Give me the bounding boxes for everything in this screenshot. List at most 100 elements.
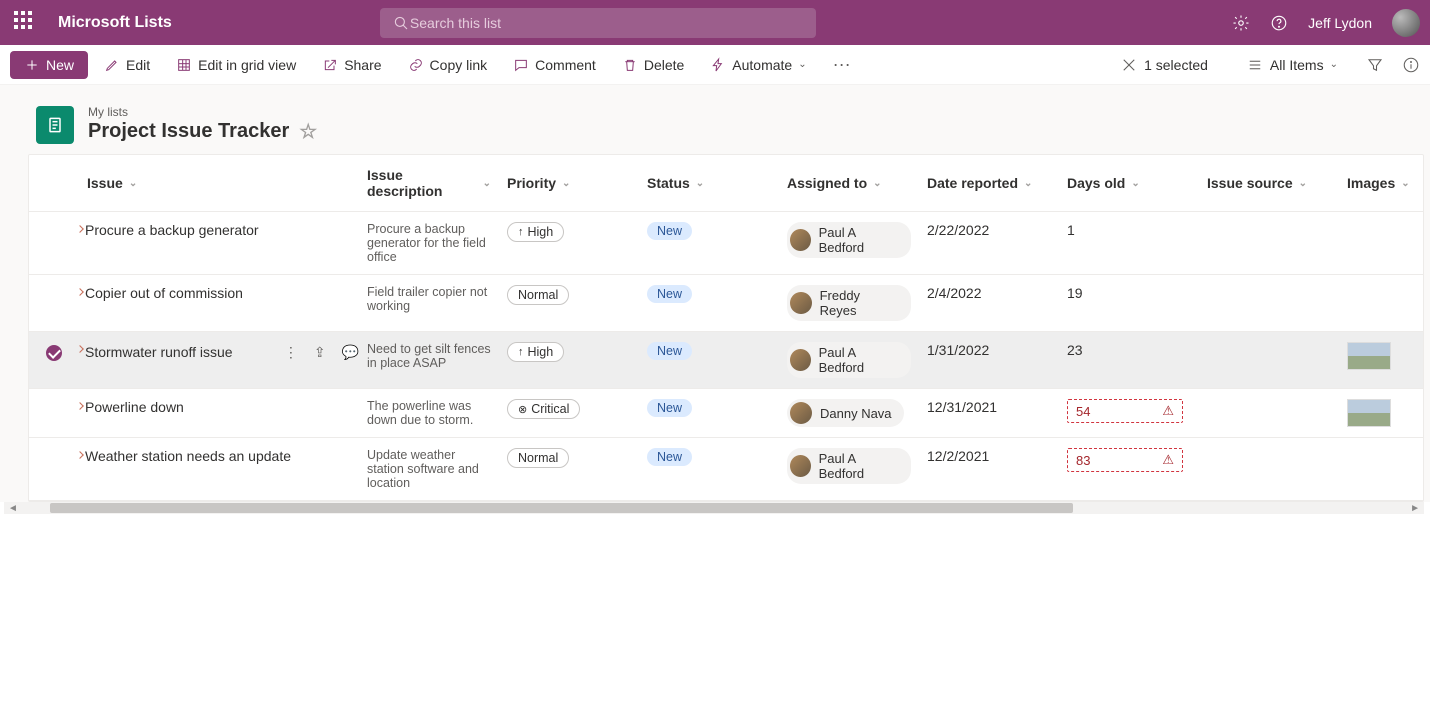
col-days[interactable]: Days old⌄ bbox=[1059, 175, 1199, 191]
assigned-person[interactable]: Paul A Bedford bbox=[787, 222, 911, 258]
priority-pill: ↑High bbox=[507, 342, 564, 362]
date-reported: 2/22/2022 bbox=[919, 222, 1059, 238]
issue-description: Field trailer copier not working bbox=[367, 285, 491, 313]
copy-link-button[interactable]: Copy link bbox=[398, 51, 498, 79]
date-reported: 1/31/2022 bbox=[919, 342, 1059, 358]
info-icon[interactable] bbox=[1402, 56, 1420, 74]
status-badge: New bbox=[647, 448, 692, 466]
comment-button[interactable]: Comment bbox=[503, 51, 606, 79]
table-row[interactable]: Procure a backup generator Procure a back… bbox=[29, 212, 1423, 275]
avatar bbox=[790, 292, 812, 314]
assigned-person[interactable]: Danny Nava bbox=[787, 399, 904, 427]
pencil-icon bbox=[104, 57, 120, 73]
delete-button[interactable]: Delete bbox=[612, 51, 694, 79]
share-icon bbox=[322, 57, 338, 73]
flow-icon bbox=[710, 57, 726, 73]
list-logo-icon bbox=[36, 106, 74, 144]
selection-count: 1 selected bbox=[1144, 57, 1208, 73]
issue-description: Procure a backup generator for the field… bbox=[367, 222, 491, 264]
days-old: 19 bbox=[1059, 285, 1199, 301]
view-label: All Items bbox=[1270, 57, 1324, 73]
issue-title[interactable]: Stormwater runoff issue bbox=[85, 344, 233, 360]
search-input[interactable] bbox=[410, 15, 804, 31]
assigned-person[interactable]: Freddy Reyes bbox=[787, 285, 911, 321]
automate-button[interactable]: Automate ⌄ bbox=[700, 51, 816, 79]
delete-label: Delete bbox=[644, 57, 684, 73]
search-box[interactable] bbox=[380, 8, 816, 38]
issue-title[interactable]: Weather station needs an update bbox=[85, 448, 351, 464]
issue-title[interactable]: Procure a backup generator bbox=[85, 222, 351, 238]
grid-icon bbox=[176, 57, 192, 73]
clear-selection-button[interactable]: 1 selected bbox=[1110, 50, 1218, 80]
plus-icon bbox=[24, 57, 40, 73]
status-badge: New bbox=[647, 342, 692, 360]
share-label: Share bbox=[344, 57, 381, 73]
favorite-star-icon[interactable]: ☆ bbox=[299, 119, 317, 144]
row-select[interactable] bbox=[46, 225, 62, 241]
image-thumbnail[interactable] bbox=[1347, 342, 1391, 370]
issue-title[interactable]: Copier out of commission bbox=[85, 285, 351, 301]
days-old: 23 bbox=[1059, 342, 1199, 358]
new-button[interactable]: New bbox=[10, 51, 88, 79]
row-select[interactable] bbox=[46, 345, 62, 361]
row-select[interactable] bbox=[46, 402, 62, 418]
table-row[interactable]: Stormwater runoff issue ⋮ ⇪ 💬 Need to get si… bbox=[29, 332, 1423, 389]
row-share-icon[interactable]: ⇪ bbox=[314, 344, 326, 361]
issue-description: Update weather station software and loca… bbox=[367, 448, 491, 490]
view-switcher[interactable]: All Items ⌄ bbox=[1236, 50, 1348, 80]
assigned-person[interactable]: Paul A Bedford bbox=[787, 342, 911, 378]
status-badge: New bbox=[647, 399, 692, 417]
horizontal-scrollbar[interactable]: ◄► bbox=[4, 502, 1424, 514]
row-comment-icon[interactable]: 💬 bbox=[342, 344, 359, 361]
column-headers: Issue⌄ Issue description⌄ Priority⌄ Stat… bbox=[29, 155, 1423, 212]
issue-description: Need to get silt fences in place ASAP bbox=[367, 342, 491, 370]
table-row[interactable]: Powerline downThe powerline was down due… bbox=[29, 389, 1423, 438]
more-actions-button[interactable]: ··· bbox=[823, 54, 861, 75]
list-title: Project Issue Tracker bbox=[88, 120, 289, 143]
col-status[interactable]: Status⌄ bbox=[639, 175, 779, 191]
col-priority[interactable]: Priority⌄ bbox=[499, 175, 639, 191]
row-menu-icon[interactable]: ⋮ bbox=[284, 344, 298, 361]
priority-pill: Normal bbox=[507, 448, 569, 468]
col-date[interactable]: Date reported⌄ bbox=[919, 175, 1059, 191]
share-button[interactable]: Share bbox=[312, 51, 391, 79]
trash-icon bbox=[622, 57, 638, 73]
breadcrumb[interactable]: My lists bbox=[88, 105, 317, 119]
avatar bbox=[790, 229, 811, 251]
table-row[interactable]: Weather station needs an update Update we… bbox=[29, 438, 1423, 501]
data-grid: Issue⌄ Issue description⌄ Priority⌄ Stat… bbox=[28, 154, 1424, 502]
link-icon bbox=[408, 57, 424, 73]
comment-label: Comment bbox=[535, 57, 596, 73]
row-select[interactable] bbox=[46, 288, 62, 304]
app-launcher-icon[interactable] bbox=[14, 11, 38, 35]
days-old-warning: 83⚠ bbox=[1067, 448, 1183, 472]
x-icon bbox=[1120, 56, 1138, 74]
automate-label: Automate bbox=[732, 57, 792, 73]
col-issue[interactable]: Issue⌄ bbox=[79, 175, 359, 191]
filter-icon[interactable] bbox=[1366, 56, 1384, 74]
days-old-warning: 54⚠ bbox=[1067, 399, 1183, 423]
table-row[interactable]: Copier out of commission Field trailer co… bbox=[29, 275, 1423, 332]
col-assigned[interactable]: Assigned to⌄ bbox=[779, 175, 919, 191]
priority-pill: ⊗Critical bbox=[507, 399, 580, 419]
search-icon bbox=[392, 14, 410, 32]
list-icon bbox=[1246, 56, 1264, 74]
assigned-person[interactable]: Paul A Bedford bbox=[787, 448, 911, 484]
days-old: 1 bbox=[1059, 222, 1199, 238]
col-images[interactable]: Images⌄ bbox=[1339, 175, 1424, 191]
issue-title[interactable]: Powerline down bbox=[85, 399, 351, 415]
user-name: Jeff Lydon bbox=[1308, 15, 1372, 31]
grid-view-button[interactable]: Edit in grid view bbox=[166, 51, 306, 79]
col-description[interactable]: Issue description⌄ bbox=[359, 167, 499, 199]
chevron-down-icon: ⌄ bbox=[1330, 59, 1338, 70]
help-icon[interactable] bbox=[1270, 14, 1288, 32]
date-reported: 2/4/2022 bbox=[919, 285, 1059, 301]
date-reported: 12/2/2021 bbox=[919, 448, 1059, 464]
row-select[interactable] bbox=[46, 451, 62, 467]
app-name: Microsoft Lists bbox=[58, 14, 172, 32]
image-thumbnail[interactable] bbox=[1347, 399, 1391, 427]
edit-button[interactable]: Edit bbox=[94, 51, 160, 79]
col-source[interactable]: Issue source⌄ bbox=[1199, 175, 1339, 191]
user-avatar[interactable] bbox=[1392, 9, 1420, 37]
settings-icon[interactable] bbox=[1232, 14, 1250, 32]
